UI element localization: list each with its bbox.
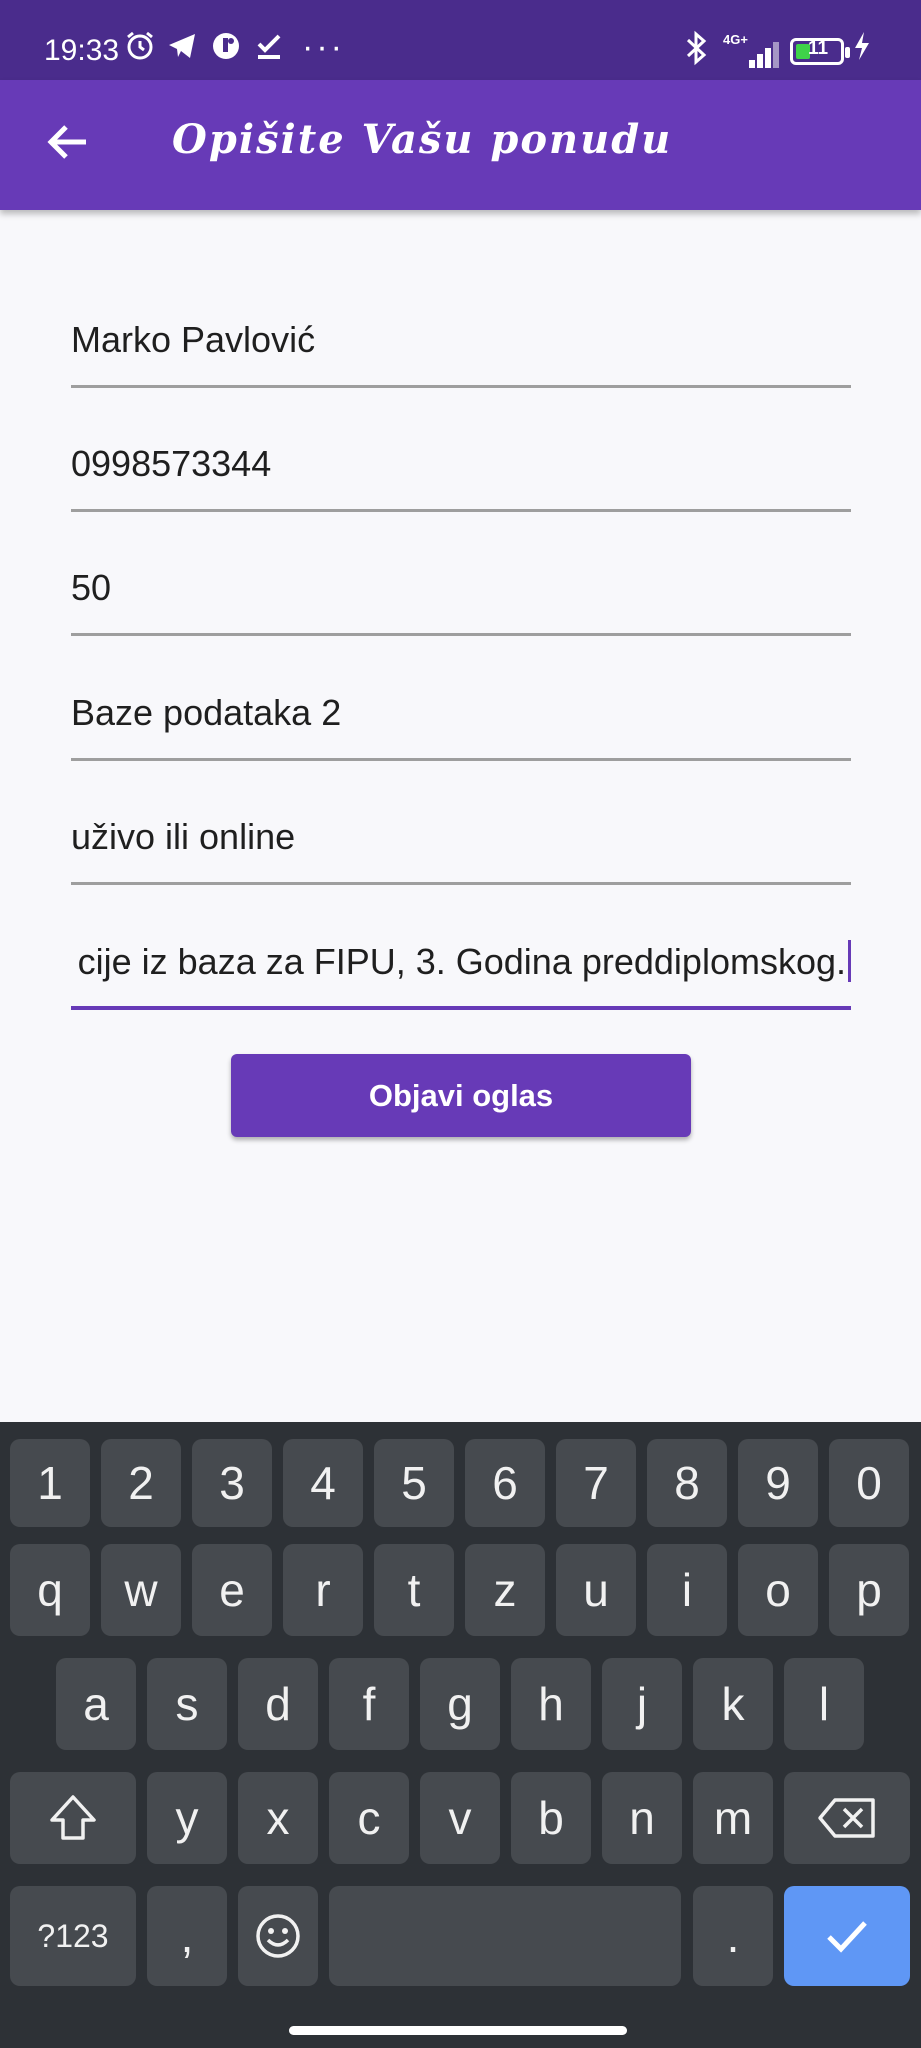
key-0[interactable]: 0 bbox=[829, 1439, 909, 1527]
description-field[interactable]: cije iz baza za FIPU, 3. Godina preddipl… bbox=[71, 920, 851, 1010]
telegram-icon bbox=[166, 30, 198, 73]
shift-key[interactable] bbox=[10, 1772, 136, 1864]
key-c[interactable]: c bbox=[329, 1772, 409, 1864]
key-e[interactable]: e bbox=[192, 1544, 272, 1636]
home-indicator[interactable] bbox=[289, 2026, 627, 2035]
phone-field[interactable] bbox=[71, 422, 851, 512]
alarm-icon bbox=[124, 30, 156, 73]
checkmark-icon bbox=[827, 1921, 867, 1953]
key-h[interactable]: h bbox=[511, 1658, 591, 1750]
key-i[interactable]: i bbox=[647, 1544, 727, 1636]
key-1[interactable]: 1 bbox=[10, 1439, 90, 1527]
emoji-key[interactable] bbox=[238, 1886, 318, 1986]
key-k[interactable]: k bbox=[693, 1658, 773, 1750]
subject-field[interactable] bbox=[71, 671, 851, 761]
app-bar: Opišite Vašu ponudu bbox=[0, 80, 921, 210]
emoji-icon bbox=[256, 1914, 300, 1958]
task-done-icon bbox=[254, 30, 286, 73]
key-9[interactable]: 9 bbox=[738, 1439, 818, 1527]
battery-icon: 11 bbox=[790, 38, 850, 65]
subject-input[interactable] bbox=[71, 671, 851, 755]
key-o[interactable]: o bbox=[738, 1544, 818, 1636]
field-underline bbox=[71, 882, 851, 885]
key-2[interactable]: 2 bbox=[101, 1439, 181, 1527]
key-3[interactable]: 3 bbox=[192, 1439, 272, 1527]
field-underline bbox=[71, 385, 851, 388]
phone-input[interactable] bbox=[71, 422, 851, 506]
key-6[interactable]: 6 bbox=[465, 1439, 545, 1527]
key-8[interactable]: 8 bbox=[647, 1439, 727, 1527]
bluetooth-icon bbox=[684, 30, 710, 77]
key-l[interactable]: l bbox=[784, 1658, 864, 1750]
field-underline bbox=[71, 758, 851, 761]
app-icon bbox=[210, 30, 242, 73]
field-underline bbox=[71, 509, 851, 512]
key-5[interactable]: 5 bbox=[374, 1439, 454, 1527]
space-key[interactable] bbox=[329, 1886, 681, 1986]
key-r[interactable]: r bbox=[283, 1544, 363, 1636]
status-time: 19:33 bbox=[44, 34, 120, 67]
key-b[interactable]: b bbox=[511, 1772, 591, 1864]
mode-input[interactable] bbox=[71, 795, 851, 879]
key-y[interactable]: y bbox=[147, 1772, 227, 1864]
page-title: Opišite Vašu ponudu bbox=[172, 116, 673, 163]
done-key[interactable] bbox=[784, 1886, 910, 1986]
key-p[interactable]: p bbox=[829, 1544, 909, 1636]
key-n[interactable]: n bbox=[602, 1772, 682, 1864]
description-input[interactable]: cije iz baza za FIPU, 3. Godina preddipl… bbox=[71, 920, 851, 1004]
key-j[interactable]: j bbox=[602, 1658, 682, 1750]
key-s[interactable]: s bbox=[147, 1658, 227, 1750]
back-button[interactable] bbox=[36, 110, 100, 174]
keyboard: 1 2 3 4 5 6 7 8 9 0 q w e r t z u i o p … bbox=[0, 1422, 921, 2048]
status-bar: 19:33 ··· 4G+ 11 bbox=[0, 0, 921, 80]
notification-overflow: ··· bbox=[302, 28, 345, 66]
comma-key[interactable]: , bbox=[147, 1886, 227, 1986]
key-7[interactable]: 7 bbox=[556, 1439, 636, 1527]
key-t[interactable]: t bbox=[374, 1544, 454, 1636]
description-text: cije iz baza za FIPU, 3. Godina preddipl… bbox=[77, 941, 846, 982]
key-4[interactable]: 4 bbox=[283, 1439, 363, 1527]
key-v[interactable]: v bbox=[420, 1772, 500, 1864]
field-underline bbox=[71, 633, 851, 636]
backspace-key[interactable] bbox=[784, 1772, 910, 1864]
period-key[interactable]: . bbox=[693, 1886, 773, 1986]
arrow-left-icon bbox=[47, 125, 86, 159]
key-f[interactable]: f bbox=[329, 1658, 409, 1750]
publish-button[interactable]: Objavi oglas bbox=[231, 1054, 691, 1137]
shift-icon bbox=[50, 1795, 96, 1840]
text-cursor bbox=[848, 940, 851, 982]
mode-field[interactable] bbox=[71, 795, 851, 885]
key-q[interactable]: q bbox=[10, 1544, 90, 1636]
key-x[interactable]: x bbox=[238, 1772, 318, 1864]
name-field[interactable] bbox=[71, 298, 851, 388]
key-d[interactable]: d bbox=[238, 1658, 318, 1750]
key-g[interactable]: g bbox=[420, 1658, 500, 1750]
price-field[interactable] bbox=[71, 546, 851, 636]
key-z[interactable]: z bbox=[465, 1544, 545, 1636]
key-m[interactable]: m bbox=[693, 1772, 773, 1864]
symbols-key[interactable]: ?123 bbox=[10, 1886, 136, 1986]
field-underline-focused bbox=[71, 1006, 851, 1010]
name-input[interactable] bbox=[71, 298, 851, 382]
key-a[interactable]: a bbox=[56, 1658, 136, 1750]
charging-icon bbox=[852, 30, 872, 73]
backspace-icon bbox=[818, 1798, 875, 1838]
key-u[interactable]: u bbox=[556, 1544, 636, 1636]
price-input[interactable] bbox=[71, 546, 851, 630]
signal-icon: 4G+ bbox=[723, 32, 783, 68]
key-w[interactable]: w bbox=[101, 1544, 181, 1636]
